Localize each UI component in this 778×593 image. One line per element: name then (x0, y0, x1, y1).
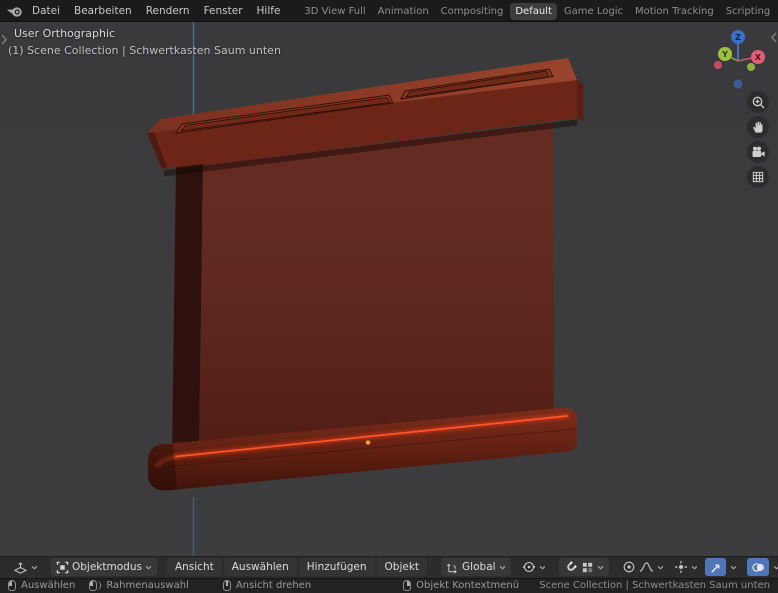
proportional-editing-group (617, 558, 669, 576)
mouse-right-icon (403, 580, 411, 591)
chevron-down-icon (597, 565, 604, 570)
hint-rotate-view: Ansicht drehen (223, 580, 311, 591)
editor-type-button[interactable] (8, 558, 43, 576)
viewport-3d[interactable]: User Orthographic (1) Scene Collection |… (0, 22, 778, 556)
tab-animation[interactable]: Animation (373, 3, 434, 20)
falloff-curve-icon[interactable] (639, 560, 654, 574)
tab-3d-view-full[interactable]: 3D View Full (299, 3, 370, 20)
gizmo-z-axis[interactable]: Z (731, 30, 745, 44)
gizmo-x-negative[interactable] (714, 61, 722, 69)
menu-auswaehlen[interactable]: Auswählen (224, 558, 297, 576)
toolbar-expand-arrow[interactable] (1, 34, 7, 45)
workspace-tabs: 3D View Full Animation Compositing Defau… (299, 0, 778, 22)
object-origin-dot (366, 440, 371, 445)
mouse-drag-icon (89, 580, 97, 591)
gizmo-x-axis[interactable]: X (751, 50, 765, 64)
snap-target-icon[interactable] (581, 561, 594, 574)
zoom-icon[interactable] (747, 91, 769, 113)
hint-context-menu-label: Objekt Kontextmenü (416, 580, 519, 591)
gizmos-icon (709, 561, 722, 574)
blender-window: Datei Bearbeiten Rendern Fenster Hilfe 3… (0, 0, 778, 593)
menu-rendern[interactable]: Rendern (139, 5, 197, 17)
chevron-down-icon (773, 565, 778, 570)
mode-label: Objektmodus (72, 561, 142, 573)
show-gizmo-button[interactable] (669, 558, 703, 576)
object-body-side (172, 163, 203, 456)
gizmo-y-axis[interactable]: Y (718, 47, 732, 61)
pivot-point-icon (522, 560, 536, 574)
overlays-toggle[interactable] (747, 558, 769, 576)
menu-hilfe[interactable]: Hilfe (250, 5, 288, 17)
overlays-dropdown[interactable] (771, 558, 778, 576)
viewport-nav-buttons (747, 91, 769, 188)
show-gizmo-icon (674, 560, 688, 574)
gizmo-y-negative[interactable] (747, 63, 755, 71)
pivot-point-button[interactable] (517, 558, 551, 576)
hint-select: Auswählen (8, 580, 75, 591)
orientation-label: Global (462, 561, 496, 573)
scene-canvas (0, 22, 778, 556)
snap-magnet-icon[interactable] (564, 560, 578, 574)
hint-select-label: Auswählen (21, 580, 75, 591)
tab-game-logic[interactable]: Game Logic (559, 3, 628, 20)
object-cap-right-end (577, 80, 584, 121)
gizmos-dropdown[interactable] (728, 558, 739, 576)
hint-box-select-label: Rahmenauswahl (106, 580, 189, 591)
svg-text:Z: Z (735, 33, 741, 42)
active-object-breadcrumb: Scene Collection | Schwertkasten Saum un… (539, 580, 770, 591)
editor-3d-viewport-icon (13, 560, 28, 575)
svg-text:Y: Y (721, 50, 728, 59)
status-bar: Auswählen Rahmenauswahl Ansicht drehen O… (0, 578, 778, 593)
menu-datei[interactable]: Datei (25, 5, 67, 17)
tab-scripting[interactable]: Scripting (721, 3, 775, 20)
chevron-down-icon (31, 565, 38, 570)
object-body-shading (199, 123, 554, 452)
proportional-editing-icon[interactable] (622, 560, 636, 574)
gizmos-toggle[interactable] (705, 558, 726, 576)
camera-view-icon[interactable] (747, 141, 769, 163)
menu-objekt[interactable]: Objekt (377, 558, 428, 576)
overlays-icon (751, 561, 765, 574)
hint-box-select: Rahmenauswahl (89, 580, 189, 591)
svg-text:X: X (755, 53, 762, 62)
chevron-down-icon (145, 565, 152, 570)
menu-hinzufuegen[interactable]: Hinzufügen (299, 558, 375, 576)
orientation-selector[interactable]: Global (441, 558, 511, 576)
menu-fenster[interactable]: Fenster (197, 5, 250, 17)
main-menus: Datei Bearbeiten Rendern Fenster Hilfe (25, 5, 287, 17)
pan-hand-icon[interactable] (747, 116, 769, 138)
mode-selector[interactable]: Objektmodus (51, 558, 157, 576)
tab-default[interactable]: Default (510, 3, 557, 20)
blender-logo-icon[interactable] (6, 4, 23, 18)
menu-bearbeiten[interactable]: Bearbeiten (67, 5, 139, 17)
ortho-grid-icon[interactable] (747, 166, 769, 188)
mouse-middle-icon (223, 580, 231, 591)
chevron-down-icon (691, 565, 698, 570)
navigation-gizmo[interactable]: Z Y X (704, 29, 772, 97)
menu-ansicht[interactable]: Ansicht (167, 558, 222, 576)
object-schwertkasten[interactable] (147, 58, 584, 490)
tab-compositing[interactable]: Compositing (436, 3, 509, 20)
chevron-down-icon (730, 565, 737, 570)
hint-context-menu: Objekt Kontextmenü (403, 580, 519, 591)
topbar: Datei Bearbeiten Rendern Fenster Hilfe 3… (0, 0, 778, 22)
gizmo-z-negative[interactable] (734, 80, 743, 89)
chevron-down-icon (539, 565, 546, 570)
tab-motion-tracking[interactable]: Motion Tracking (630, 3, 719, 20)
orientation-global-icon (446, 561, 459, 574)
hint-rotate-view-label: Ansicht drehen (236, 580, 311, 591)
chevron-down-icon (657, 565, 664, 570)
chevron-down-icon (499, 565, 506, 570)
mouse-left-icon (8, 580, 16, 591)
object-mode-icon (56, 561, 69, 574)
viewport-header-toolbar: Objektmodus Ansicht Auswählen Hinzufügen… (0, 556, 778, 578)
snap-group (559, 558, 609, 576)
